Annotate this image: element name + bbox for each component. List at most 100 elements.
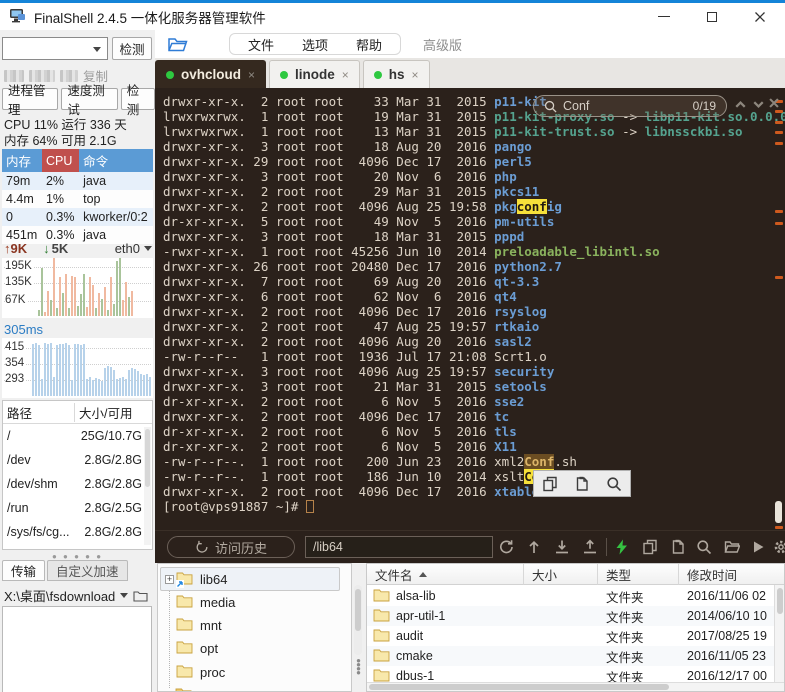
tree-item-mnt[interactable]: mnt: [160, 614, 340, 638]
mount-row[interactable]: /sys/fs/cg...2.8G/2.8G: [3, 520, 152, 544]
mount-col-size[interactable]: 大小/可用: [75, 403, 136, 422]
history-button[interactable]: 访问历史: [167, 536, 295, 558]
tree-item-lib64[interactable]: +lib64: [160, 567, 340, 591]
terminal-line: drwxr-xr-x. 6 root root 62 Nov 6 2016 qt…: [163, 289, 785, 304]
download-icon[interactable]: [554, 539, 570, 555]
session-tab-ovhcloud[interactable]: ovhcloud×: [155, 60, 266, 88]
terminal-line: drwxr-xr-x. 2 root root 4096 Aug 25 19:5…: [163, 199, 785, 214]
process-col-header[interactable]: 命令: [79, 149, 153, 172]
tab-close-icon[interactable]: ×: [342, 68, 349, 82]
copy-icon[interactable]: [642, 539, 658, 555]
lightning-icon[interactable]: [614, 539, 630, 555]
menu-item-选项[interactable]: 选项: [288, 35, 342, 54]
menu-item-文件[interactable]: 文件: [234, 35, 288, 54]
file-col-header-类型[interactable]: 类型: [598, 564, 679, 585]
search-icon[interactable]: [606, 476, 622, 492]
file-col-header-修改时间[interactable]: 修改时间: [679, 564, 785, 585]
paste-icon[interactable]: [670, 539, 686, 555]
maximize-button[interactable]: [695, 5, 729, 29]
download-path-label[interactable]: X:\桌面\fsdownload: [4, 586, 115, 605]
mount-row[interactable]: /run2.8G/2.5G: [3, 496, 152, 520]
file-col-header-文件名[interactable]: 文件名: [367, 564, 524, 585]
expand-icon[interactable]: +: [165, 575, 174, 584]
copy-icon[interactable]: [542, 476, 558, 492]
latency-bar: [80, 345, 82, 396]
sidebar-button-速度测试[interactable]: 速度测试: [61, 88, 117, 110]
mount-scrollbar[interactable]: [144, 427, 151, 545]
sidebar-button-进程管理[interactable]: 进程管理: [2, 88, 58, 110]
latency-bar: [98, 379, 100, 396]
search-close-icon[interactable]: [767, 96, 781, 113]
pro-version-label[interactable]: 高级版: [423, 35, 462, 54]
chevron-down-icon[interactable]: [93, 47, 101, 52]
close-button[interactable]: [743, 5, 777, 29]
mount-row[interactable]: /25G/10.7G: [3, 424, 152, 448]
remote-path-input[interactable]: /lib64: [305, 536, 493, 558]
file-col-header-大小[interactable]: 大小: [524, 564, 598, 585]
process-row[interactable]: 00.3%kworker/0:2: [2, 208, 153, 226]
chevron-down-icon[interactable]: [120, 593, 128, 598]
toolbar-separator: [606, 538, 607, 556]
mount-col-path[interactable]: 路径: [3, 403, 75, 422]
sidebar-button-检测[interactable]: 检测: [121, 88, 155, 110]
splitter-handle[interactable]: ●●●●: [355, 659, 362, 675]
process-row[interactable]: 4.4m1%top: [2, 190, 153, 208]
search-query[interactable]: Conf: [563, 99, 589, 113]
menu-item-帮助[interactable]: 帮助: [342, 35, 396, 54]
file-row-apr-util-1[interactable]: apr-util-1文件夹2014/06/10 10: [367, 606, 784, 626]
file-row-alsa-lib[interactable]: alsa-lib文件夹2016/11/06 02: [367, 586, 784, 606]
tree-item-opt[interactable]: opt: [160, 637, 340, 661]
process-cell: java: [79, 172, 153, 190]
open-folder-icon[interactable]: [724, 539, 740, 555]
interface-selector[interactable]: eth0: [115, 241, 152, 256]
detect-button[interactable]: 检测: [112, 37, 152, 60]
file-row-cmake[interactable]: cmake文件夹2016/11/05 23: [367, 646, 784, 666]
terminal-prompt[interactable]: [root@vps91887 ~]#: [163, 499, 785, 514]
tab-close-icon[interactable]: ×: [248, 68, 255, 82]
refresh-icon[interactable]: [498, 539, 514, 555]
upload-icon[interactable]: [582, 539, 598, 555]
run-icon[interactable]: [750, 539, 766, 555]
mount-row[interactable]: /run/user/0583M/583M: [3, 544, 152, 550]
search-prev-button[interactable]: [733, 97, 748, 115]
terminal-line: -rw-r--r-- 1 root root 1936 Jul 17 21:08…: [163, 349, 785, 364]
transfer-list-panel[interactable]: [2, 606, 152, 692]
download-bar: [128, 297, 130, 317]
open-folder-icon[interactable]: [167, 36, 189, 53]
session-tab-hs[interactable]: hs×: [363, 60, 430, 88]
terminal-line: drwxr-xr-x. 2 root root 29 Mar 31 2015 p…: [163, 184, 785, 199]
tab-传输[interactable]: 传输: [2, 560, 45, 581]
settings-icon[interactable]: [773, 539, 785, 555]
tab-自定义加速[interactable]: 自定义加速: [47, 560, 128, 581]
folder-outline-icon[interactable]: [133, 590, 148, 602]
terminal[interactable]: drwxr-xr-x. 2 root root 33 Mar 31 2015 p…: [155, 88, 785, 530]
process-col-header[interactable]: CPU: [42, 149, 79, 172]
search-next-button[interactable]: [751, 97, 766, 115]
tree-item-media[interactable]: media: [160, 590, 340, 614]
tab-close-icon[interactable]: ×: [412, 68, 419, 82]
file-table-hscrollbar[interactable]: [367, 682, 784, 691]
tree-scrollbar[interactable]: [354, 585, 362, 655]
up-icon[interactable]: [526, 539, 542, 555]
session-tab-linode[interactable]: linode×: [269, 60, 360, 88]
scrollbar-thumb[interactable]: [775, 501, 782, 523]
paste-icon[interactable]: [574, 476, 590, 492]
latency-bar: [41, 379, 43, 396]
terminal-scrollbar[interactable]: [775, 88, 784, 530]
host-combobox[interactable]: [2, 37, 108, 60]
mount-row[interactable]: /dev2.8G/2.8G: [3, 448, 152, 472]
connection-status-icon: [166, 71, 174, 79]
tree-item-proc[interactable]: proc: [160, 660, 340, 684]
file-table-vscrollbar[interactable]: [774, 585, 784, 683]
file-row-audit[interactable]: audit文件夹2017/08/25 19: [367, 626, 784, 646]
search-icon[interactable]: [696, 539, 712, 555]
process-cell: 2%: [42, 172, 79, 190]
tree-item-root[interactable]: +root: [160, 684, 340, 692]
mount-row[interactable]: /dev/shm2.8G/2.8G: [3, 472, 152, 496]
search-result-marker: [775, 210, 783, 213]
terminal-search-box[interactable]: Conf 0/19: [533, 95, 727, 117]
minimize-button[interactable]: [647, 5, 681, 29]
process-row[interactable]: 79m2%java: [2, 172, 153, 190]
process-col-header[interactable]: 内存: [2, 149, 42, 172]
connection-status-icon: [280, 71, 288, 79]
